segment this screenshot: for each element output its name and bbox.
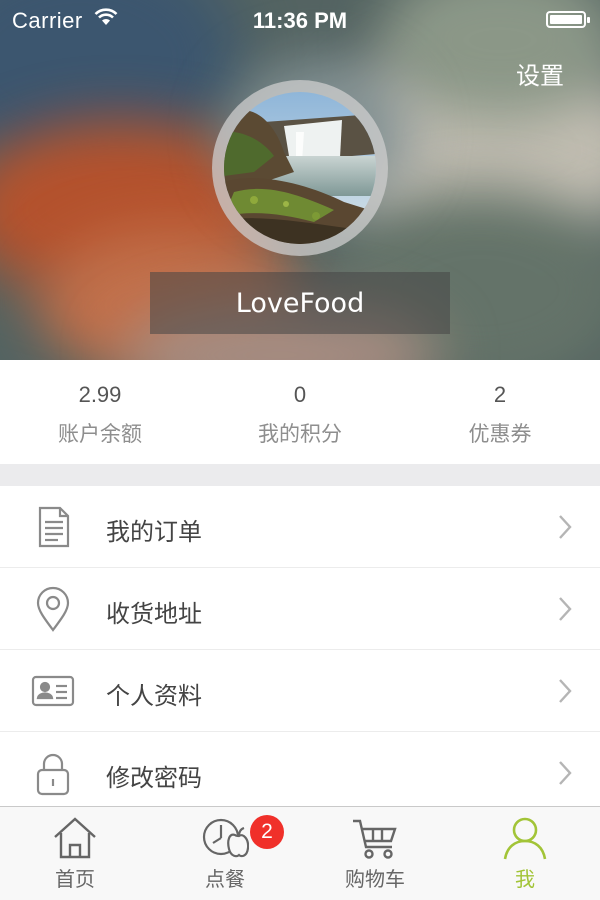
cart-icon (353, 819, 397, 859)
settings-button[interactable]: 设置 (516, 56, 564, 91)
menu-item-address[interactable]: 收货地址 (0, 568, 600, 650)
stat-label: 我的积分 (258, 422, 342, 446)
id-card-icon (31, 675, 75, 707)
account-stats: 2.99 账户余额 0 我的积分 2 优惠券 (0, 360, 600, 464)
avatar[interactable] (224, 92, 376, 244)
username: LoveFood (235, 287, 365, 319)
menu-item-profile[interactable]: 个人资料 (0, 650, 600, 732)
lock-icon (36, 753, 70, 796)
battery-icon (546, 11, 590, 28)
section-divider (0, 464, 600, 486)
menu-item-label: 个人资料 (106, 682, 202, 710)
menu-item-label: 修改密码 (106, 764, 202, 792)
tab-me[interactable]: 我 (450, 807, 600, 900)
menu-item-label: 收货地址 (106, 600, 202, 628)
tab-label: 点餐 (205, 867, 245, 891)
stat-value: 2.99 (78, 382, 122, 407)
stat-points[interactable]: 0 我的积分 (200, 360, 400, 464)
stat-value: 2 (493, 382, 507, 407)
username-box: LoveFood (150, 272, 450, 334)
chevron-right-icon (559, 761, 572, 785)
cart-badge: 2 (250, 815, 284, 849)
status-bar: Carrier 11:36 PM (0, 0, 600, 40)
tab-label: 我 (515, 867, 535, 891)
stat-label: 账户余额 (58, 422, 142, 446)
status-time: 11:36 PM (252, 8, 348, 33)
tab-cart[interactable]: 购物车 (300, 807, 450, 900)
tab-bar: 首页 点餐 购物车 我 2 (0, 806, 600, 900)
stat-value: 0 (293, 382, 307, 407)
profile-header: Carrier 11:36 PM 设置 LoveFood (0, 0, 600, 360)
avatar-ring[interactable] (212, 80, 388, 256)
clock-apple-icon (202, 818, 249, 858)
location-pin-icon (36, 586, 70, 632)
battery-fill (550, 15, 582, 24)
menu-item-orders[interactable]: 我的订单 (0, 486, 600, 568)
document-icon (38, 506, 70, 548)
stat-balance[interactable]: 2.99 账户余额 (0, 360, 200, 464)
tab-label: 购物车 (345, 867, 405, 891)
menu-item-label: 我的订单 (106, 518, 202, 546)
profile-menu: 我的订单 收货地址 个人资料 修改密码 (0, 486, 600, 814)
tab-home[interactable]: 首页 (0, 807, 150, 900)
chevron-right-icon (559, 679, 572, 703)
menu-item-password[interactable]: 修改密码 (0, 732, 600, 814)
chevron-right-icon (559, 515, 572, 539)
stat-coupons[interactable]: 2 优惠券 (400, 360, 600, 464)
tab-label: 首页 (55, 867, 95, 891)
user-icon (503, 817, 547, 860)
chevron-right-icon (559, 597, 572, 621)
stat-label: 优惠券 (468, 422, 532, 446)
home-icon (54, 817, 96, 859)
